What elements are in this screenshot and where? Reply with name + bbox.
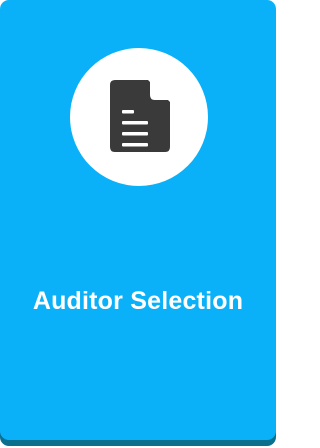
document-icon [110,80,170,152]
auditor-selection-tile[interactable]: Auditor Selection [0,0,276,440]
icon-circle [70,48,208,186]
tile-label: Auditor Selection [32,287,244,315]
